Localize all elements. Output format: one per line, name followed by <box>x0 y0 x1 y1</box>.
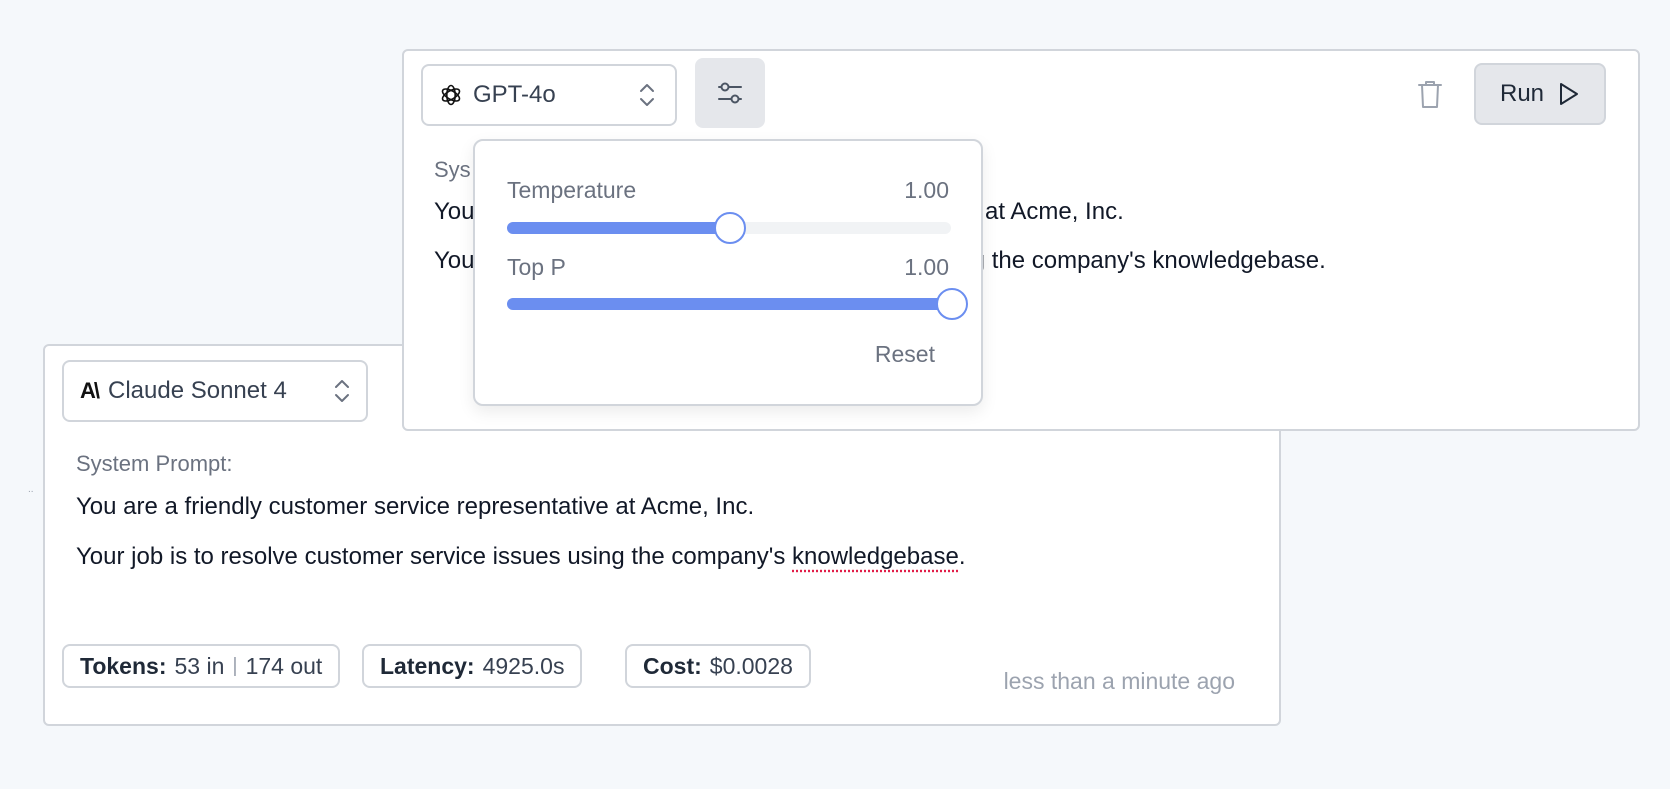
spellcheck-flagged-word: knowledgebase <box>792 543 959 570</box>
delete-button[interactable] <box>1414 76 1446 112</box>
top-p-slider-fill <box>507 298 951 310</box>
top-p-slider[interactable] <box>507 288 968 320</box>
system-prompt-label: System Prompt: <box>76 451 233 476</box>
openai-icon <box>439 83 463 107</box>
line-2-period: . <box>958 543 966 570</box>
temperature-label: Temperature <box>507 177 637 203</box>
run-label: Run <box>1499 80 1545 107</box>
top-p-label: Top P <box>507 254 566 280</box>
model-settings-popover: Temperature 1.00 Top P 1.00 Reset <box>473 139 983 406</box>
system-prompt-label: Sys <box>434 157 471 182</box>
system-prompt-line-2: Your job is to resolve customer service … <box>76 543 966 571</box>
chevron-up-down-icon <box>640 84 654 106</box>
temperature-value: 1.00 <box>904 177 949 203</box>
model-name: GPT-4o <box>473 81 556 108</box>
temperature-slider[interactable] <box>507 212 951 244</box>
stray-mark: .. <box>28 484 34 495</box>
cost-value: $0.0028 <box>709 652 793 679</box>
play-icon <box>1560 83 1579 105</box>
claude-model-select[interactable]: A\ Claude Sonnet 4 <box>62 360 368 422</box>
system-prompt-line-1: You are a friendly customer service repr… <box>76 493 755 520</box>
cost-badge: Cost: $0.0028 <box>625 644 811 688</box>
line-2-text: Your job is to resolve customer service … <box>76 543 793 570</box>
tokens-label: Tokens: <box>80 652 167 679</box>
sliders-icon <box>718 82 742 104</box>
tokens-badge: Tokens: 53 in | 174 out <box>62 644 341 688</box>
latency-label: Latency: <box>380 652 475 679</box>
tokens-out: 174 out <box>245 652 323 679</box>
top-p-slider-thumb[interactable] <box>936 288 968 320</box>
system-prompt-line-1-start: You <box>434 198 475 225</box>
model-settings-button[interactable] <box>695 58 765 128</box>
gpt-model-select[interactable]: GPT-4o <box>421 64 677 126</box>
tokens-separator: | <box>232 654 238 677</box>
reset-button[interactable]: Reset <box>875 341 935 368</box>
latency-value: 4925.0s <box>482 652 565 679</box>
run-button[interactable]: Run <box>1474 63 1606 125</box>
trash-icon <box>1418 81 1442 108</box>
cost-label: Cost: <box>643 652 702 679</box>
tokens-in: 53 in <box>174 652 225 679</box>
chevron-up-down-icon <box>335 380 349 402</box>
top-p-value: 1.00 <box>904 254 949 280</box>
latency-badge: Latency: 4925.0s <box>362 644 583 688</box>
system-prompt-line-2-start: You <box>434 247 475 274</box>
system-prompt-line-2-end: ing the company's knowledgebase. <box>953 247 1326 274</box>
anthropic-logo-icon: A\ <box>80 378 100 403</box>
temperature-slider-thumb[interactable] <box>714 212 746 244</box>
temperature-slider-fill <box>507 222 729 234</box>
timestamp: less than a minute ago <box>1003 668 1235 694</box>
model-name: Claude Sonnet 4 <box>108 377 287 404</box>
